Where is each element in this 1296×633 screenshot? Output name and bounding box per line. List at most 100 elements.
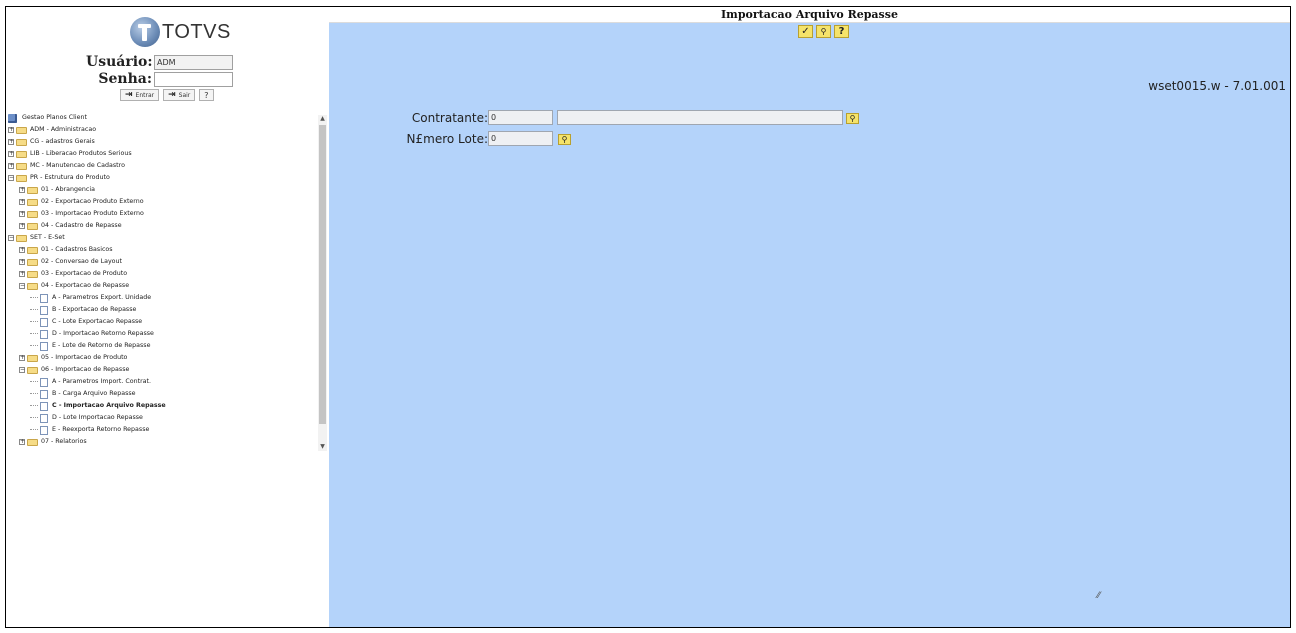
- help-toolbar-label: ?: [838, 26, 845, 37]
- tree-item-label: MC - Manutencao de Cadastro: [30, 162, 125, 169]
- expand-icon[interactable]: +: [8, 127, 14, 133]
- tree-folder-item[interactable]: +05 - Importacao de Produto: [8, 352, 313, 364]
- computer-icon: [8, 113, 17, 123]
- tree-connector: [30, 309, 38, 311]
- help-button[interactable]: ?: [199, 89, 214, 101]
- expand-icon[interactable]: +: [8, 139, 14, 145]
- enter-button[interactable]: ⇥ Entrar: [120, 89, 160, 101]
- lote-input[interactable]: 0: [488, 131, 553, 146]
- tree-item-label: SET - E-Set: [30, 234, 65, 241]
- page-title: Importacao Arquivo Repasse: [721, 8, 898, 21]
- tree-leaf-item[interactable]: D - Lote Importacao Repasse: [8, 412, 313, 424]
- tree-connector: [30, 345, 38, 347]
- tree-item-label: 04 - Cadastro de Repasse: [41, 222, 122, 229]
- scroll-down-icon[interactable]: ▼: [318, 443, 327, 451]
- expand-icon[interactable]: +: [19, 223, 25, 229]
- tree-folder-item[interactable]: − 06 - Importacao de Repasse: [8, 364, 313, 376]
- tree-root-label: Gestao Planos Client: [22, 114, 87, 121]
- document-icon: [40, 389, 48, 399]
- main-panel: Importacao Arquivo Repasse ✓ ⚲ ? wset001…: [329, 7, 1290, 627]
- tree-item-label: LIB - Liberacao Produtos Serious: [30, 150, 132, 157]
- user-input[interactable]: [154, 54, 233, 70]
- tree-leaf-item[interactable]: E - Reexporta Retorno Repasse: [8, 424, 313, 436]
- tree-leaf-item[interactable]: B - Carga Arquivo Repasse: [8, 388, 313, 400]
- tree-folder-item[interactable]: + ADM - Administracao: [8, 124, 313, 136]
- help-toolbar-button[interactable]: ?: [834, 25, 849, 38]
- collapse-icon[interactable]: −: [19, 283, 25, 289]
- lote-lookup-button[interactable]: ⚲: [558, 134, 571, 145]
- password-label: Senha:: [98, 71, 152, 87]
- document-icon: [40, 293, 48, 303]
- tree-leaf-item[interactable]: A - Parametros Import. Contrat.: [8, 376, 313, 388]
- tree-connector: [30, 333, 38, 335]
- tree-root[interactable]: Gestao Planos Client: [8, 112, 313, 124]
- search-button[interactable]: ⚲: [816, 25, 831, 38]
- tree-folder-item[interactable]: +02 - Exportacao Produto Externo: [8, 196, 313, 208]
- scroll-thumb[interactable]: [319, 125, 326, 424]
- tree-leaf-item[interactable]: B - Exportacao de Repasse: [8, 304, 313, 316]
- tree-leaf-item[interactable]: A - Parametros Export. Unidade: [8, 292, 313, 304]
- expand-icon[interactable]: +: [19, 271, 25, 277]
- scroll-up-icon[interactable]: ▲: [318, 115, 327, 123]
- tree-item-label: 01 - Cadastros Basicos: [41, 246, 113, 253]
- lote-label: N£mero Lote:: [406, 132, 488, 146]
- tree-leaf-item[interactable]: D - Importacao Retorno Repasse: [8, 328, 313, 340]
- tree-leaf-item[interactable]: C - Lote Exportacao Repasse: [8, 316, 313, 328]
- folder-icon: [16, 126, 27, 134]
- tree-item-label: 03 - Exportacao de Produto: [41, 270, 128, 277]
- folder-icon: [27, 198, 38, 206]
- tree-leaf-item[interactable]: C - Importacao Arquivo Repasse: [8, 400, 313, 412]
- expand-icon[interactable]: +: [19, 247, 25, 253]
- tree-connector: [30, 321, 38, 323]
- contratante-lookup-button[interactable]: ⚲: [846, 113, 859, 124]
- contratante-code-input[interactable]: 0: [488, 110, 553, 125]
- expand-icon[interactable]: +: [19, 211, 25, 217]
- expand-icon[interactable]: +: [19, 259, 25, 265]
- tree-folder-item[interactable]: +03 - Importacao Produto Externo: [8, 208, 313, 220]
- tree-folder-item[interactable]: +01 - Cadastros Basicos: [8, 244, 313, 256]
- expand-icon[interactable]: +: [19, 199, 25, 205]
- tree-scrollbar[interactable]: ▲ ▼: [318, 115, 327, 451]
- check-icon: ✓: [801, 26, 810, 37]
- tree-item-label: D - Importacao Retorno Repasse: [52, 330, 154, 337]
- user-label: Usuário:: [86, 54, 153, 70]
- tree-item-label: B - Carga Arquivo Repasse: [52, 390, 136, 397]
- tree-folder-item[interactable]: +03 - Exportacao de Produto: [8, 268, 313, 280]
- collapse-icon[interactable]: −: [8, 175, 14, 181]
- expand-icon[interactable]: +: [8, 151, 14, 157]
- tree-folder-item[interactable]: +02 - Conversao de Layout: [8, 256, 313, 268]
- expand-icon[interactable]: +: [19, 355, 25, 361]
- tree-folder-item[interactable]: − SET - E-Set: [8, 232, 313, 244]
- folder-icon: [27, 354, 38, 362]
- folder-icon: [16, 138, 27, 146]
- expand-icon[interactable]: +: [19, 439, 25, 445]
- contratante-label: Contratante:: [411, 111, 488, 125]
- exit-button[interactable]: ⇥ Sair: [163, 89, 196, 101]
- resize-grip-icon[interactable]: ⁄⁄: [1097, 591, 1100, 601]
- tree-items: + ADM - Administracao + CG - adastros Gerai…: [8, 124, 313, 448]
- document-icon: [40, 401, 48, 411]
- tree-connector: [30, 429, 38, 431]
- search-icon: ⚲: [820, 27, 827, 36]
- collapse-icon[interactable]: −: [19, 367, 25, 373]
- confirm-button[interactable]: ✓: [798, 25, 813, 38]
- tree-folder-item[interactable]: +07 - Relatorios: [8, 436, 313, 448]
- app-frame: TOTVS Usuário: Senha: ⇥ Entrar ⇥ Sair ?: [5, 6, 1291, 628]
- tree-leaf-item[interactable]: E - Lote de Retorno de Repasse: [8, 340, 313, 352]
- tree-folder-item[interactable]: +04 - Cadastro de Repasse: [8, 220, 313, 232]
- tree-item-label: 02 - Conversao de Layout: [41, 258, 122, 265]
- tree-folder-item[interactable]: − PR - Estrutura do Produto: [8, 172, 313, 184]
- version-label: wset0015.w - 7.01.001: [1148, 79, 1286, 93]
- expand-icon[interactable]: +: [19, 187, 25, 193]
- collapse-icon[interactable]: −: [8, 235, 14, 241]
- document-icon: [40, 329, 48, 339]
- tree-folder-item[interactable]: − 04 - Exportacao de Repasse: [8, 280, 313, 292]
- expand-icon[interactable]: +: [8, 163, 14, 169]
- tree-folder-item[interactable]: +01 - Abrangencia: [8, 184, 313, 196]
- tree-connector: [30, 393, 38, 395]
- password-input[interactable]: [154, 71, 233, 87]
- tree-folder-item[interactable]: + LIB - Liberacao Produtos Serious: [8, 148, 313, 160]
- tree-folder-item[interactable]: + CG - adastros Gerais: [8, 136, 313, 148]
- tree-item-label: 04 - Exportacao de Repasse: [41, 282, 130, 289]
- tree-folder-item[interactable]: + MC - Manutencao de Cadastro: [8, 160, 313, 172]
